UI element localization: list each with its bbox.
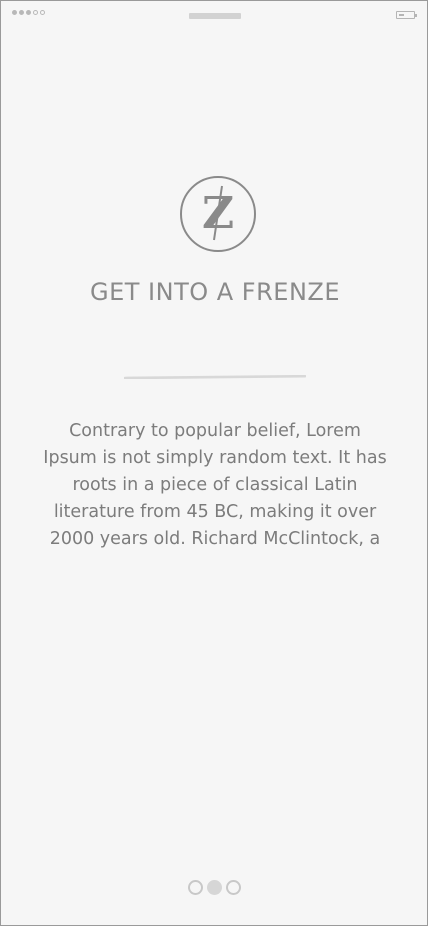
battery-level [399,14,404,16]
page-dot-3[interactable] [226,880,241,895]
page-dot-1[interactable] [188,880,203,895]
signal-dots-icon [12,10,45,15]
notch [189,13,241,19]
logo-icon: Z [180,176,256,252]
battery-icon [396,11,417,19]
page-dot-2-active[interactable] [207,880,222,895]
page-indicator[interactable] [188,880,241,895]
description-text: Contrary to popular belief, Lorem Ipsum … [43,421,387,549]
signal-dot [26,10,31,15]
signal-dot [33,10,38,15]
signal-dot [19,10,24,15]
page-title: GET INTO A FRENZE [89,278,340,306]
divider [124,375,306,379]
signal-dot [12,10,17,15]
status-bar [1,9,427,23]
phone-frame: Z GET INTO A FRENZE Contrary to popular … [0,0,428,926]
signal-dot [40,10,45,15]
logo-z-glyph: Z [202,185,234,241]
